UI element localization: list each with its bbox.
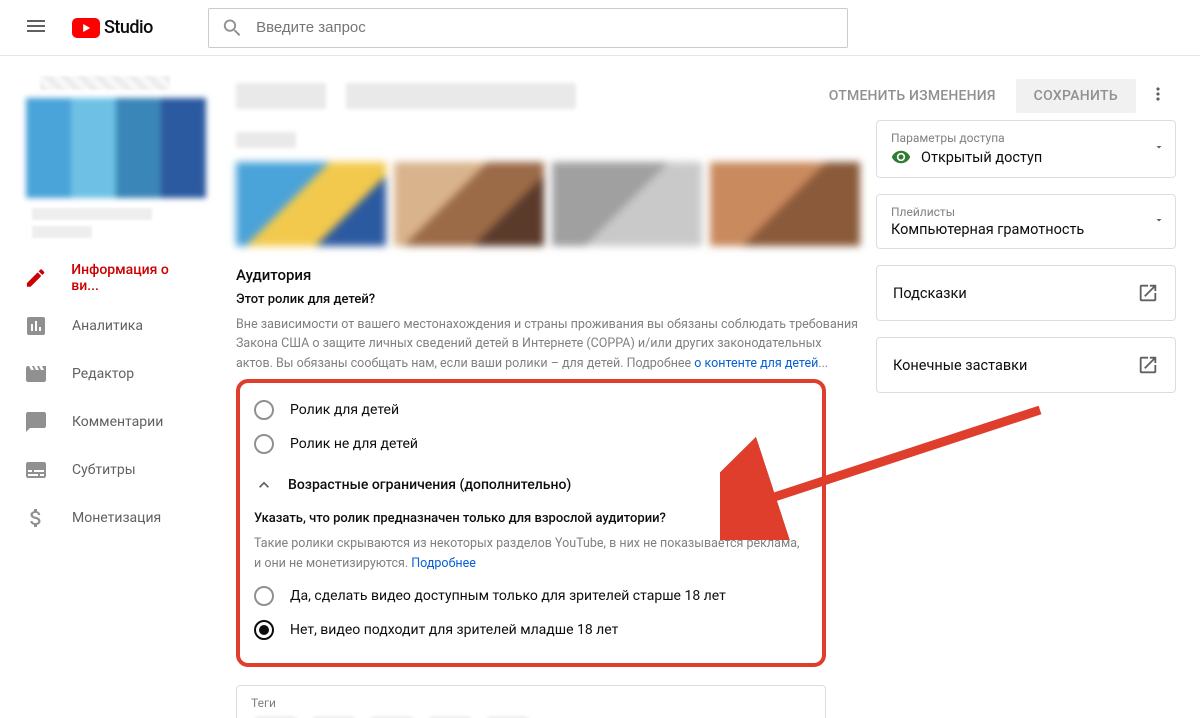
subtitle-blur — [236, 132, 296, 148]
radio-icon — [254, 434, 274, 454]
nav-label: Монетизация — [72, 510, 161, 526]
sidebar-item-comments[interactable]: Комментарии — [0, 398, 220, 446]
more-options-button[interactable] — [1140, 76, 1176, 116]
search-icon — [221, 16, 244, 40]
analytics-icon — [24, 314, 48, 338]
nav-label: Информация о ви... — [71, 262, 196, 294]
radio-icon — [254, 620, 274, 640]
sidebar-item-monetization[interactable]: Монетизация — [0, 494, 220, 542]
search-box[interactable] — [208, 8, 848, 48]
age-help: Такие ролики скрываются из некоторых раз… — [254, 534, 808, 573]
endscreens-link[interactable]: Конечные заставки — [876, 337, 1176, 393]
kids-content-link[interactable]: о контенте для детей — [694, 356, 818, 371]
sidebar-item-analytics[interactable]: Аналитика — [0, 302, 220, 350]
thumbnail-option[interactable] — [710, 162, 860, 246]
cards-label: Подсказки — [893, 285, 967, 302]
thumbnail-option[interactable] — [552, 162, 702, 246]
radio-label: Нет, видео подходит для зрителей младше … — [290, 622, 618, 638]
app-header: Studio — [0, 0, 1200, 56]
sidebar-item-editor[interactable]: Редактор — [0, 350, 220, 398]
open-external-icon — [1137, 282, 1159, 304]
age-restriction-toggle[interactable]: Возрастные ограничения (дополнительно) — [254, 461, 808, 499]
editor-icon — [24, 362, 48, 386]
age-restriction-title: Возрастные ограничения (дополнительно) — [288, 477, 571, 493]
discard-button[interactable]: ОТМЕНИТЬ ИЗМЕНЕНИЯ — [813, 80, 1012, 112]
tags-field[interactable]: Теги — [236, 685, 826, 718]
playlists-value: Компьютерная грамотность — [891, 221, 1084, 238]
playlists-label: Плейлисты — [891, 205, 1161, 219]
sidebar-item-subtitles[interactable]: Субтитры — [0, 446, 220, 494]
radio-not-for-kids[interactable]: Ролик не для детей — [254, 427, 808, 461]
visibility-public-icon — [891, 147, 911, 167]
hamburger-menu-icon[interactable] — [16, 6, 56, 50]
dropdown-arrow-icon — [1153, 214, 1165, 230]
radio-made-for-kids[interactable]: Ролик для детей — [254, 393, 808, 427]
open-external-icon — [1137, 354, 1159, 376]
dropdown-arrow-icon — [1153, 141, 1165, 157]
sidebar: Информация о ви... Аналитика Редактор Ко… — [0, 56, 220, 718]
title-blur — [346, 83, 576, 109]
chevron-up-icon — [254, 475, 274, 495]
subtitles-icon — [24, 458, 48, 482]
video-thumbnail — [26, 98, 206, 198]
audience-heading: Аудитория — [236, 266, 860, 284]
nav-label: Субтитры — [72, 462, 136, 478]
radio-icon — [254, 586, 274, 606]
nav-label: Комментарии — [72, 414, 163, 430]
comments-icon — [24, 410, 48, 434]
youtube-icon — [72, 18, 100, 38]
audience-help: Вне зависимости от вашего местонахождени… — [236, 315, 860, 373]
tags-label: Теги — [251, 696, 811, 710]
blur-line — [32, 226, 92, 238]
more-vert-icon — [1148, 84, 1168, 104]
title-blur — [236, 83, 326, 109]
side-panel: Параметры доступа Открытый доступ Плейли… — [876, 120, 1176, 718]
learn-more-link[interactable]: Подробнее — [411, 556, 476, 571]
visibility-value: Открытый доступ — [921, 149, 1042, 166]
nav-label: Редактор — [72, 366, 134, 382]
radio-label: Ролик для детей — [290, 402, 399, 418]
search-input[interactable] — [256, 19, 835, 36]
nav-label: Аналитика — [72, 318, 143, 334]
age-question: Указать, что ролик предназначен только д… — [254, 511, 808, 526]
logo-text: Studio — [104, 17, 153, 38]
thumbnail-option[interactable] — [236, 162, 386, 246]
radio-restrict-18[interactable]: Да, сделать видео доступным только для з… — [254, 579, 808, 613]
thumbnail-picker — [236, 162, 860, 246]
age-restriction-highlight: Ролик для детей Ролик не для детей Возра… — [236, 379, 826, 667]
blur-line — [32, 208, 152, 220]
cards-link[interactable]: Подсказки — [876, 265, 1176, 321]
visibility-card[interactable]: Параметры доступа Открытый доступ — [876, 120, 1176, 178]
radio-label: Да, сделать видео доступным только для з… — [290, 588, 726, 604]
radio-label: Ролик не для детей — [290, 436, 418, 452]
pencil-icon — [24, 266, 47, 290]
radio-no-restrict[interactable]: Нет, видео подходит для зрителей младше … — [254, 613, 808, 647]
thumbnail-option[interactable] — [394, 162, 544, 246]
sidebar-item-details[interactable]: Информация о ви... — [0, 254, 220, 302]
main-content: ОТМЕНИТЬ ИЗМЕНЕНИЯ СОХРАНИТЬ Аудитория Э… — [220, 56, 1200, 718]
visibility-label: Параметры доступа — [891, 131, 1161, 145]
youtube-studio-logo[interactable]: Studio — [72, 17, 153, 38]
radio-icon — [254, 400, 274, 420]
endscreens-label: Конечные заставки — [893, 357, 1027, 374]
audience-question: Этот ролик для детей? — [236, 292, 860, 307]
playlists-card[interactable]: Плейлисты Компьютерная грамотность — [876, 194, 1176, 249]
video-title-blur — [40, 76, 170, 90]
save-button[interactable]: СОХРАНИТЬ — [1016, 79, 1136, 113]
dollar-icon — [24, 506, 48, 530]
